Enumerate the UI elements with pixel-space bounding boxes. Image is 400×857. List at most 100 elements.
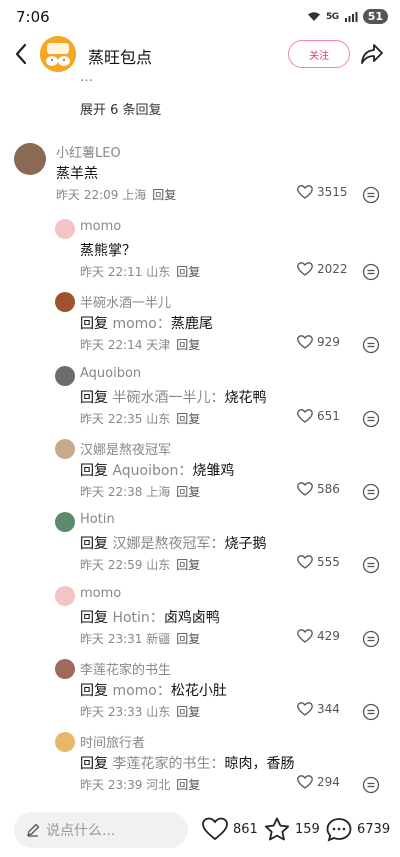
share-button[interactable] bbox=[358, 40, 386, 68]
comment-text: 回复 momo：蒸鹿尾 bbox=[80, 313, 213, 333]
username[interactable]: 李莲花家的书生 bbox=[80, 659, 171, 678]
more-button[interactable] bbox=[362, 630, 380, 648]
chevron-left-icon bbox=[15, 43, 27, 65]
account-avatar[interactable] bbox=[40, 36, 76, 72]
like-button[interactable]: 651 bbox=[297, 409, 340, 423]
like-button[interactable]: 294 bbox=[297, 775, 340, 789]
expand-replies-link[interactable]: 展开 6 条回复 bbox=[80, 99, 162, 118]
heart-icon bbox=[297, 335, 313, 349]
follow-button[interactable]: 关注 bbox=[288, 40, 350, 68]
more-button[interactable] bbox=[362, 336, 380, 354]
more-button[interactable] bbox=[362, 483, 380, 501]
like-button[interactable]: 429 bbox=[297, 629, 340, 643]
pencil-icon bbox=[27, 823, 40, 837]
more-dots-icon bbox=[362, 410, 380, 428]
comment-bubble-icon bbox=[326, 818, 352, 842]
reply-target[interactable]: Aquoibon： bbox=[112, 463, 192, 479]
avatar[interactable] bbox=[55, 659, 75, 679]
bun-logo-icon bbox=[40, 36, 76, 72]
like-button[interactable]: 2022 bbox=[297, 262, 348, 276]
comment-time: 昨天 22:09 上海 bbox=[56, 188, 147, 202]
more-button[interactable] bbox=[362, 703, 380, 721]
username[interactable]: momo bbox=[80, 219, 121, 234]
reply-button[interactable]: 回复 bbox=[176, 412, 200, 426]
reply-prefix: 回复 bbox=[80, 390, 108, 406]
like-button[interactable]: 344 bbox=[297, 702, 340, 716]
avatar[interactable] bbox=[55, 512, 75, 532]
star-count: 159 bbox=[295, 822, 320, 837]
reply-target[interactable]: 李莲花家的书生： bbox=[112, 756, 224, 772]
comment-body: 烧雏鸡 bbox=[192, 463, 235, 479]
more-button[interactable] bbox=[362, 263, 380, 281]
comment-body: 烧子鹅 bbox=[224, 536, 267, 552]
username[interactable]: Hotin bbox=[80, 512, 115, 527]
more-button[interactable] bbox=[362, 410, 380, 428]
like-button[interactable]: 586 bbox=[297, 482, 340, 496]
comment-time: 昨天 23:33 山东 bbox=[80, 705, 171, 719]
like-button[interactable]: 929 bbox=[297, 335, 340, 349]
comment-input[interactable]: 说点什么... bbox=[14, 812, 188, 848]
more-button[interactable] bbox=[362, 556, 380, 574]
reply-target[interactable]: 半碗水酒一半儿： bbox=[112, 390, 224, 406]
reply-prefix: 回复 bbox=[80, 610, 108, 626]
comment-text: 蒸熊掌？ bbox=[80, 240, 136, 260]
reply-target[interactable]: momo： bbox=[112, 683, 170, 699]
avatar[interactable] bbox=[55, 586, 75, 606]
star-post-button[interactable]: 159 bbox=[264, 817, 320, 842]
avatar[interactable] bbox=[55, 439, 75, 459]
comment-body: 烧花鸭 bbox=[224, 390, 267, 406]
status-time: 7:06 bbox=[16, 8, 50, 26]
reply-button[interactable]: 回复 bbox=[152, 188, 176, 202]
star-icon bbox=[264, 817, 290, 841]
avatar[interactable] bbox=[14, 143, 46, 175]
more-button[interactable] bbox=[362, 776, 380, 794]
reply-target[interactable]: Hotin： bbox=[112, 610, 163, 626]
reply-target[interactable]: momo： bbox=[112, 316, 170, 332]
reply-button[interactable]: 回复 bbox=[176, 338, 200, 352]
like-button[interactable]: 3515 bbox=[297, 185, 348, 199]
heart-icon bbox=[297, 482, 313, 496]
bottom-bar: 说点什么... 861 159 6739 bbox=[0, 805, 400, 857]
avatar[interactable] bbox=[55, 366, 75, 386]
username[interactable]: 汉娜是熬夜冠军 bbox=[80, 439, 171, 458]
comment-time: 昨天 23:39 河北 bbox=[80, 778, 171, 792]
username[interactable]: momo bbox=[80, 586, 121, 601]
like-button[interactable]: 555 bbox=[297, 555, 340, 569]
back-button[interactable] bbox=[8, 40, 34, 68]
like-count: 651 bbox=[317, 409, 340, 423]
reply-prefix: 回复 bbox=[80, 463, 108, 479]
comment-post-button[interactable]: 6739 bbox=[326, 817, 390, 842]
heart-icon bbox=[297, 629, 313, 643]
comment-body: 蒸羊羔 bbox=[56, 166, 98, 182]
more-dots-icon bbox=[362, 186, 380, 204]
comment-body: 晾肉，香肠 bbox=[224, 756, 295, 772]
heart-icon bbox=[297, 775, 313, 789]
reply-button[interactable]: 回复 bbox=[176, 705, 200, 719]
avatar[interactable] bbox=[55, 292, 75, 312]
reply-button[interactable]: 回复 bbox=[176, 778, 200, 792]
avatar[interactable] bbox=[55, 732, 75, 752]
heart-icon bbox=[202, 817, 228, 841]
heart-icon bbox=[297, 262, 313, 276]
like-post-button[interactable]: 861 bbox=[202, 817, 258, 841]
reply-button[interactable]: 回复 bbox=[176, 632, 200, 646]
comment-text: 回复 李莲花家的书生：晾肉，香肠 bbox=[80, 753, 294, 773]
like-count: 555 bbox=[317, 555, 340, 569]
username[interactable]: 半碗水酒一半儿 bbox=[80, 292, 171, 311]
avatar[interactable] bbox=[55, 219, 75, 239]
more-dots-icon bbox=[362, 483, 380, 501]
comment-text: 回复 汉娜是熬夜冠军：烧子鹅 bbox=[80, 533, 266, 553]
username[interactable]: 小红薯LEO bbox=[56, 142, 121, 161]
heart-icon bbox=[297, 185, 313, 199]
reply-button[interactable]: 回复 bbox=[176, 558, 200, 572]
username[interactable]: 时间旅行者 bbox=[80, 732, 145, 751]
comment-text: 回复 半碗水酒一半儿：烧花鸭 bbox=[80, 387, 266, 407]
reply-target[interactable]: 汉娜是熬夜冠军： bbox=[112, 536, 224, 552]
username[interactable]: Aquoibon bbox=[80, 366, 141, 381]
more-dots-icon bbox=[362, 263, 380, 281]
header: 蒸旺包点 关注 bbox=[0, 32, 400, 78]
more-button[interactable] bbox=[362, 186, 380, 204]
reply-button[interactable]: 回复 bbox=[176, 485, 200, 499]
reply-button[interactable]: 回复 bbox=[176, 265, 200, 279]
like-count: 586 bbox=[317, 482, 340, 496]
